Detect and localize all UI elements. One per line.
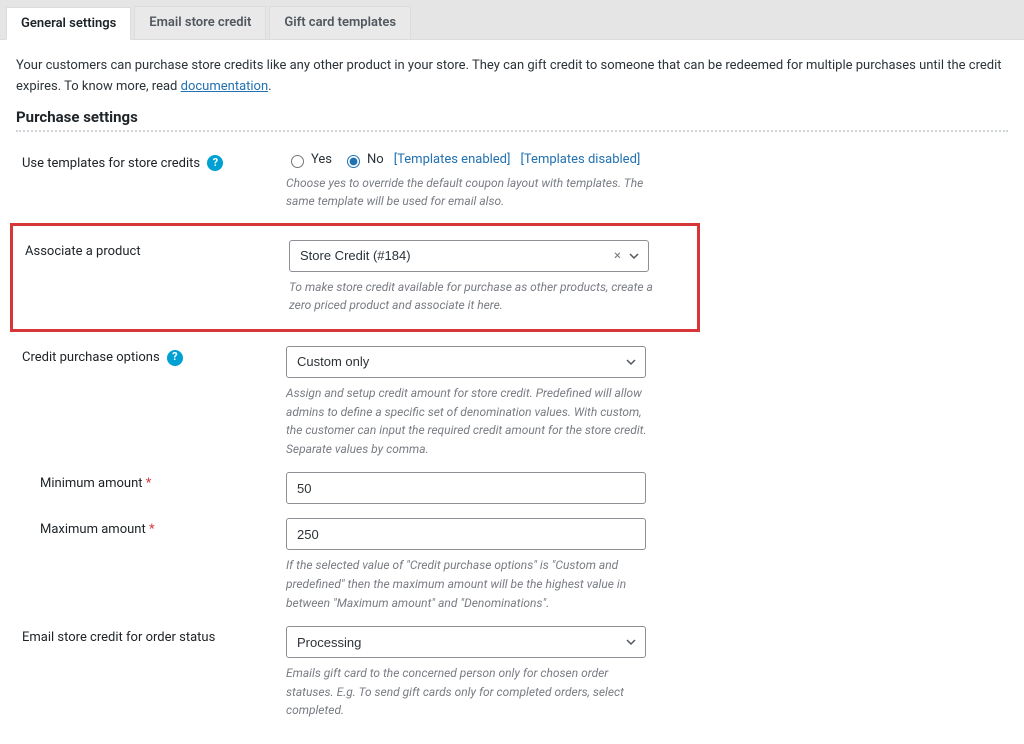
email-order-status-label: Email store credit for order status bbox=[16, 626, 286, 720]
templates-enabled-link[interactable]: [Templates enabled] bbox=[394, 152, 511, 167]
maximum-amount-input[interactable] bbox=[286, 518, 646, 550]
intro-text-body: Your customers can purchase store credit… bbox=[16, 58, 1002, 94]
use-templates-no-label: No bbox=[367, 152, 384, 167]
intro-text: Your customers can purchase store credit… bbox=[16, 56, 1008, 98]
minimum-amount-input[interactable] bbox=[286, 472, 646, 504]
associate-product-desc: To make store credit available for purch… bbox=[289, 278, 659, 315]
minimum-amount-label: Minimum amount * bbox=[16, 472, 286, 504]
associate-product-highlight: Associate a product × To make store cred… bbox=[10, 223, 700, 332]
intro-text-suffix: . bbox=[268, 79, 271, 94]
use-templates-yes-radio[interactable] bbox=[291, 155, 304, 168]
associate-product-label: Associate a product bbox=[19, 240, 289, 315]
use-templates-label: Use templates for store credits ? bbox=[16, 152, 286, 211]
templates-disabled-link[interactable]: [Templates disabled] bbox=[520, 152, 640, 167]
purchase-settings-heading: Purchase settings bbox=[16, 108, 1008, 126]
maximum-amount-desc: If the selected value of "Credit purchas… bbox=[286, 556, 656, 612]
section-divider bbox=[16, 130, 1008, 132]
use-templates-no-option[interactable]: No bbox=[342, 152, 384, 168]
email-order-status-select[interactable] bbox=[286, 626, 646, 658]
tab-general-settings[interactable]: General settings bbox=[6, 7, 131, 40]
use-templates-desc: Choose yes to override the default coupo… bbox=[286, 174, 656, 211]
credit-purchase-options-label: Credit purchase options ? bbox=[16, 346, 286, 458]
use-templates-yes-option[interactable]: Yes bbox=[286, 152, 332, 168]
tab-email-store-credit[interactable]: Email store credit bbox=[134, 6, 266, 39]
credit-purchase-options-desc: Assign and setup credit amount for store… bbox=[286, 384, 656, 458]
credit-purchase-options-select[interactable] bbox=[286, 346, 646, 378]
help-icon[interactable]: ? bbox=[167, 350, 183, 366]
tab-gift-card-templates[interactable]: Gift card templates bbox=[269, 6, 411, 39]
use-templates-no-radio[interactable] bbox=[347, 155, 360, 168]
clear-product-icon[interactable]: × bbox=[614, 248, 621, 263]
associate-product-select[interactable] bbox=[289, 240, 649, 272]
help-icon[interactable]: ? bbox=[207, 155, 223, 171]
email-order-status-desc: Emails gift card to the concerned person… bbox=[286, 664, 656, 720]
maximum-amount-label: Maximum amount * bbox=[16, 518, 286, 612]
documentation-link[interactable]: documentation bbox=[181, 79, 269, 94]
use-templates-yes-label: Yes bbox=[311, 152, 332, 167]
